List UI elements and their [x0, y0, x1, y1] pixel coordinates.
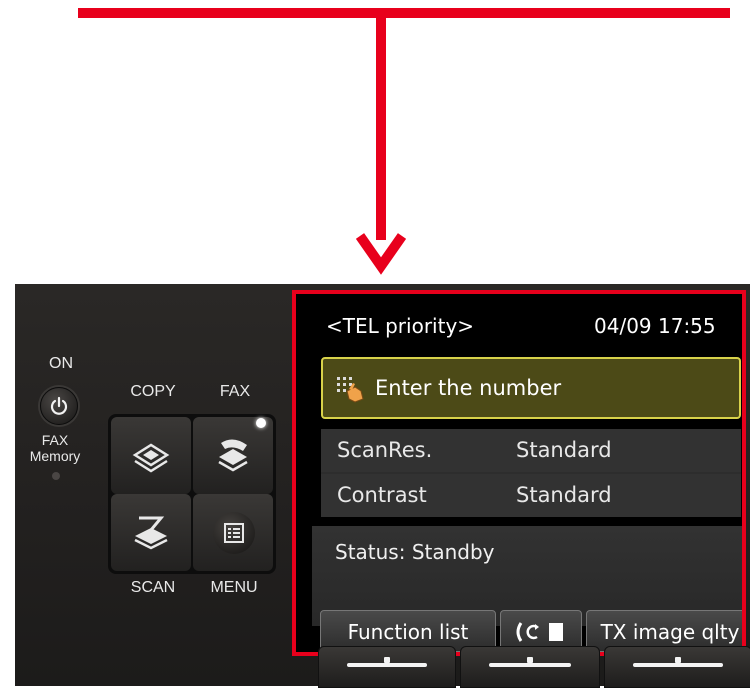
callout-line-horizontal: [78, 8, 730, 18]
number-entry-field[interactable]: Enter the number: [321, 357, 741, 419]
lcd-header: <TEL priority> 04/09 17:55: [304, 300, 742, 344]
scan-button[interactable]: [111, 494, 191, 571]
left-function-button[interactable]: [318, 646, 456, 688]
softkey-label: Function list: [347, 620, 469, 644]
fax-indicator-led: [256, 418, 266, 428]
menu-icon: [224, 523, 244, 543]
menu-label: MENU: [210, 579, 258, 596]
right-function-button[interactable]: [604, 646, 750, 688]
callout-line-vertical: [376, 8, 386, 240]
on-label: ON: [49, 355, 73, 372]
setting-value: Standard: [516, 483, 612, 507]
fax-memory-label: FAX Memory: [29, 432, 81, 464]
setting-value: Standard: [516, 438, 612, 462]
setting-row-contrast[interactable]: Contrast Standard: [321, 474, 741, 517]
lcd-screen: <TEL priority> 04/09 17:55 Enter the num…: [292, 290, 746, 656]
menu-button[interactable]: [193, 494, 273, 571]
entry-prompt: Enter the number: [375, 376, 562, 400]
power-icon: [50, 396, 68, 415]
fax-label: FAX: [219, 383, 251, 400]
fax-memory-led: [52, 472, 60, 480]
button-marker: [633, 663, 723, 667]
status-text: Status: Standby: [335, 540, 495, 564]
fax-icon: [218, 439, 248, 472]
center-function-button[interactable]: [460, 646, 600, 688]
fax-button[interactable]: [193, 417, 273, 494]
scan-icon: [134, 516, 168, 550]
copy-button[interactable]: [111, 417, 191, 494]
button-marker: [347, 663, 427, 667]
softkey-label: TX image qlty: [600, 620, 740, 644]
setting-row-scan-resolution[interactable]: ScanRes. Standard: [321, 429, 741, 472]
hook-memory-icon: [516, 622, 563, 642]
setting-label: ScanRes.: [337, 438, 433, 462]
receive-mode-indicator: <TEL priority>: [326, 314, 475, 338]
copy-icon: [132, 443, 170, 473]
dialpad-hand-icon: [337, 377, 364, 403]
scan-label: SCAN: [130, 579, 176, 596]
copy-label: COPY: [130, 383, 176, 400]
menu-button-ring: [213, 512, 255, 554]
callout-arrow-icon: [356, 233, 406, 275]
button-marker: [489, 663, 571, 667]
mode-button-grid: [108, 414, 276, 574]
setting-label: Contrast: [337, 483, 427, 507]
power-button[interactable]: [40, 387, 78, 425]
date-time: 04/09 17:55: [594, 314, 716, 338]
fax-settings-list: ScanRes. Standard Contrast Standard: [321, 429, 741, 517]
